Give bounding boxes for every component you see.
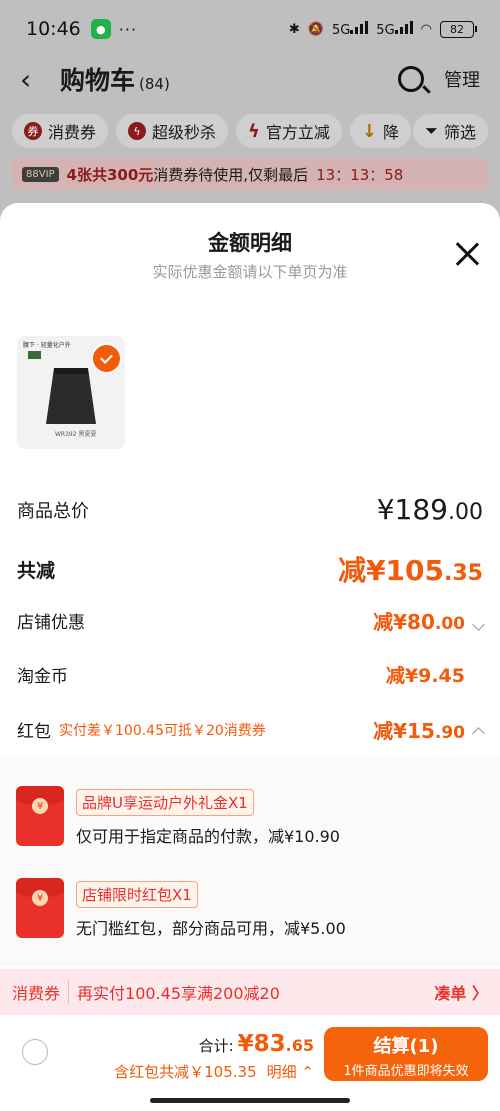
clock: 10:46 <box>26 18 81 40</box>
coin-label: 淘金币 <box>17 667 68 687</box>
total-price-int: ¥189 <box>376 493 448 526</box>
wechat-icon: ● <box>90 19 111 39</box>
red-packet-desc: 仅可用于指定商品的付款，减¥10.90 <box>76 827 340 846</box>
product-brand-text: 腰下 · 轻量化户外 <box>23 342 71 349</box>
red-packet-dec: .90 <box>434 723 465 743</box>
close-icon[interactable] <box>454 241 480 267</box>
signal-a-icon: 5G <box>332 20 369 38</box>
mute-icon: 🔕 <box>307 21 324 37</box>
arrow-down-icon: ↓ <box>361 120 378 142</box>
flash-icon: ϟ <box>128 122 147 140</box>
system-icons: ✱ 🔕 5G 5G ◠ 82 <box>288 20 477 38</box>
checkout-footer: 合计: ¥83 .65 含红包共减￥105.35 明细 ⌃ 结算(1) 1件商品… <box>0 1015 500 1091</box>
add-items-link[interactable]: 凑单 〉 <box>434 980 488 1004</box>
footer-total: 合计: ¥83 .65 <box>199 1031 314 1057</box>
more-notifications-icon: ··· <box>118 19 138 39</box>
total-dec: .65 <box>285 1036 314 1055</box>
sheet-title: 金额明细 <box>208 231 292 255</box>
select-all-radio[interactable] <box>22 1039 48 1065</box>
vip-badge: 88VIP <box>22 166 59 182</box>
cart-count: (84) <box>139 75 170 93</box>
red-packet-tag: 店铺限时红包X1 <box>76 881 198 908</box>
total-price-label: 商品总价 <box>17 500 89 522</box>
shop-discount-dec: .00 <box>434 614 465 634</box>
total-reduce-dec: .35 <box>444 561 483 586</box>
total-reduce-label: 共减 <box>17 559 56 582</box>
back-arrow-icon[interactable]: ‹ <box>20 63 50 96</box>
chevron-up-icon <box>472 727 485 740</box>
red-packet-int: 减¥15 <box>373 719 435 743</box>
page-title: 购物车 (84) <box>60 66 170 95</box>
sheet-subtitle: 实际优惠金额请以下单页为准 <box>152 263 348 281</box>
coupon-bar-label: 消费券 <box>12 980 70 1004</box>
coin-value: 减¥9.45 <box>385 665 465 687</box>
funnel-icon: ⏷ <box>425 121 438 140</box>
red-packet-hint: 实付差￥100.45可抵￥20消费券 <box>59 722 266 739</box>
chip-flash-sale[interactable]: ϟ 超级秒杀 <box>116 114 229 148</box>
coupon-icon: 券 <box>24 122 42 140</box>
filter-button[interactable]: ⏷ 筛选 <box>413 114 488 148</box>
row-shop-discount[interactable]: 店铺优惠 减¥80.00 <box>17 606 485 635</box>
checkout-button[interactable]: 结算(1) 1件商品优惠即将失效 <box>324 1027 488 1081</box>
chip-price-drop[interactable]: ↓ 降 <box>349 114 412 148</box>
total-label: 合计: <box>198 1037 234 1055</box>
chip-official-discount[interactable]: ϟ 官方立减 <box>236 114 342 148</box>
total-price-dec: .00 <box>448 500 483 525</box>
shop-discount-label: 店铺优惠 <box>17 613 85 633</box>
row-coin: 淘金币 减¥9.45 <box>17 661 483 688</box>
bluetooth-icon: ✱ <box>288 21 300 37</box>
red-packet-tag: 品牌U享运动户外礼金X1 <box>76 789 254 816</box>
total-int: ¥83 <box>237 1031 286 1057</box>
promo-highlight: 4张共300元 <box>66 165 154 184</box>
status-bar: 10:46 ● ··· ✱ 🔕 5G 5G ◠ 82 <box>0 0 500 58</box>
coupon-bar[interactable]: 消费券 再实付100.45享满200减20 凑单 〉 <box>0 969 500 1015</box>
checkout-sub: 1件商品优惠即将失效 <box>343 1064 469 1079</box>
row-total-price: 商品总价 ¥189.00 <box>17 493 483 526</box>
promo-countdown: 13：13：58 <box>316 165 404 184</box>
chip-coupon[interactable]: 券消费券 <box>12 114 109 148</box>
skirt-image <box>46 368 96 424</box>
wifi-icon: ◠ <box>420 21 432 37</box>
footer-savings: 含红包共减￥105.35 明细 ⌃ <box>114 1061 314 1082</box>
checkout-label: 结算(1) <box>373 1036 439 1057</box>
row-red-packet[interactable]: 红包 实付差￥100.45可抵￥20消费券 减¥15.90 <box>17 715 485 744</box>
signal-b-icon: 5G <box>376 20 413 38</box>
bolt-icon: ϟ <box>248 120 260 142</box>
red-packet-desc: 无门槛红包，部分商品可用，减¥5.00 <box>76 919 346 938</box>
shop-discount-int: 减¥80 <box>373 610 435 634</box>
product-caption: WR392 黑夏夏 <box>55 431 97 438</box>
red-packet-list: ¥ 品牌U享运动户外礼金X1 仅可用于指定商品的付款，减¥10.90 ¥ 店铺限… <box>0 756 500 966</box>
chevron-down-icon <box>472 618 485 631</box>
cart-header: ‹ 购物车 (84) 管理 <box>0 58 500 100</box>
coupon-bar-message: 再实付100.45享满200减20 <box>77 984 280 1003</box>
manage-button[interactable]: 管理 <box>444 66 480 92</box>
home-indicator[interactable] <box>150 1098 350 1103</box>
red-packet-label: 红包 <box>17 722 51 742</box>
savings-text: 含红包共减￥105.35 <box>114 1063 257 1081</box>
row-total-reduce: 共减 减¥105.35 <box>17 549 483 589</box>
red-envelope-icon: ¥ <box>16 878 64 938</box>
red-envelope-icon: ¥ <box>16 786 64 846</box>
product-tag <box>28 351 41 359</box>
filter-chips: 券消费券 ϟ 超级秒杀 ϟ 官方立减 ↓ 降 ⏷ 筛选 <box>12 114 488 148</box>
total-reduce-int: 减¥105 <box>338 554 445 587</box>
search-icon[interactable] <box>398 66 424 92</box>
promo-text: 消费券待使用,仅剩最后 <box>153 165 309 184</box>
detail-toggle[interactable]: 明细 ⌃ <box>267 1061 314 1082</box>
battery-icon: 82 <box>440 20 477 38</box>
vip-coupon-banner[interactable]: 88VIP 4张共300元 消费券待使用,仅剩最后 13：13：58 <box>12 158 488 190</box>
selected-check-icon[interactable] <box>91 343 122 374</box>
